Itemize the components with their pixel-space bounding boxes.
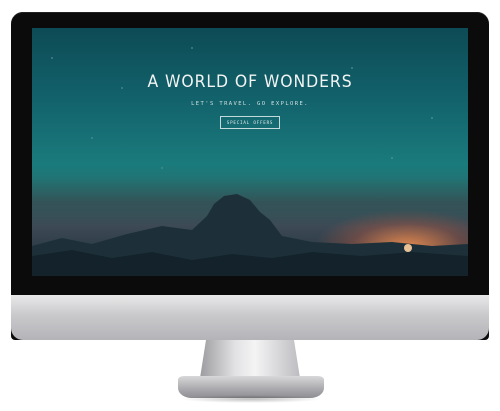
hero-subtitle: LET'S TRAVEL. GO EXPLORE. [191, 101, 309, 107]
mountain-silhouette [32, 194, 468, 276]
hero-section: A WORLD OF WONDERS LET'S TRAVEL. GO EXPL… [32, 72, 468, 129]
monitor-stand-neck [200, 340, 300, 378]
hero-title: A WORLD OF WONDERS [147, 72, 353, 92]
stand-shadow [180, 395, 322, 403]
monitor-chin [11, 295, 489, 340]
website-screen: A WORLD OF WONDERS LET'S TRAVEL. GO EXPL… [32, 28, 468, 276]
special-offers-button[interactable]: SPECIAL OFFERS [219, 116, 281, 129]
